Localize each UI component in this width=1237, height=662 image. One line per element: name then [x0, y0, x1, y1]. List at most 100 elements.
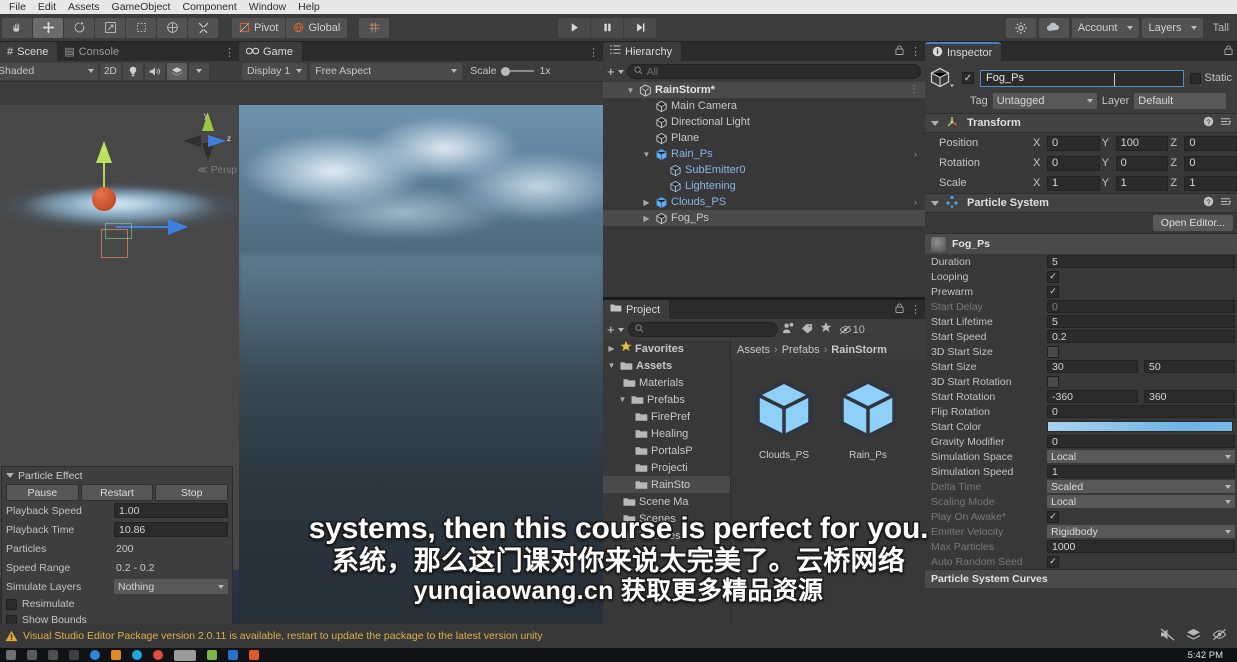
scale-handle-icon[interactable]: [501, 66, 535, 76]
start-lifetime-input[interactable]: 5: [1047, 315, 1235, 328]
hierarchy-row-directional-light[interactable]: Directional Light: [603, 114, 925, 130]
project-tree-textures[interactable]: Textures: [603, 527, 730, 544]
project-tree-fireprefab[interactable]: FirePref: [603, 408, 730, 425]
expand-triangle-icon[interactable]: ▼: [617, 395, 628, 404]
emitter-velocity-dropdown[interactable]: Rigidbody: [1047, 525, 1235, 538]
scene-fx-icon[interactable]: [166, 62, 187, 80]
gravity-modifier-input[interactable]: 0: [1047, 435, 1235, 448]
asset-item-rain-ps[interactable]: Rain_Ps: [829, 373, 907, 461]
collapse-triangle-icon[interactable]: [931, 120, 939, 126]
position-y-input[interactable]: 100: [1115, 135, 1169, 151]
taskbar-icon-4[interactable]: [69, 650, 79, 660]
static-toggle[interactable]: Static: [1190, 72, 1232, 84]
particle-module-header[interactable]: Fog_Ps: [925, 233, 1237, 254]
hidden-count-icon[interactable]: 10: [839, 324, 865, 336]
max-particles-input[interactable]: 1000: [1047, 540, 1235, 553]
pivot-toggle[interactable]: Pivot: [232, 17, 286, 38]
tab-game[interactable]: Game: [239, 42, 302, 61]
move-gizmo-z-arrow[interactable]: [168, 219, 188, 235]
taskbar-icon-10[interactable]: [207, 650, 217, 660]
project-tree-favorites[interactable]: ▶ Favorites: [603, 340, 730, 357]
aspect-dropdown[interactable]: Free Aspect: [310, 62, 463, 80]
expand-triangle-icon[interactable]: ▼: [641, 150, 652, 159]
project-tree-materials[interactable]: Materials: [603, 374, 730, 391]
layers-dropdown[interactable]: Layers: [1142, 17, 1204, 38]
menu-item-file[interactable]: File: [3, 0, 32, 14]
hierarchy-row-rainstorm[interactable]: ▼ RainStorm* ⋮: [603, 82, 925, 98]
move-gizmo-center[interactable]: [92, 187, 116, 211]
hierarchy-row-plane[interactable]: Plane: [603, 130, 925, 146]
open-editor-button[interactable]: Open Editor...: [1152, 215, 1233, 231]
3d-start-size-checkbox[interactable]: [1047, 345, 1059, 358]
step-button[interactable]: [624, 17, 656, 38]
resimulate-checkbox[interactable]: [6, 598, 17, 610]
position-x-input[interactable]: 0: [1047, 135, 1100, 151]
visibility-icon[interactable]: [1212, 628, 1227, 644]
looping-checkbox[interactable]: ✓: [1047, 270, 1059, 283]
rotation-x-input[interactable]: 0: [1047, 155, 1100, 171]
tab-hierarchy[interactable]: Hierarchy: [603, 42, 682, 61]
breadcrumb-prefabs[interactable]: Prefabs: [782, 344, 820, 356]
hierarchy-row-fog-ps[interactable]: ▶ Fog_Ps: [603, 210, 925, 226]
scene-fx-dropdown[interactable]: [188, 62, 209, 80]
lock-icon[interactable]: [895, 45, 904, 58]
taskbar-icon-6[interactable]: [111, 650, 121, 660]
collapse-triangle-icon[interactable]: ▶: [606, 344, 617, 353]
taskbar-icon-11[interactable]: [228, 650, 238, 660]
3d-start-rotation-checkbox[interactable]: [1047, 375, 1059, 388]
project-menu-icon[interactable]: ⋮: [910, 304, 921, 315]
global-toggle[interactable]: Global: [286, 17, 348, 38]
move-tool-icon[interactable]: [33, 17, 63, 38]
hierarchy-search-input[interactable]: All: [626, 64, 921, 79]
taskbar-icon-7[interactable]: [132, 650, 142, 660]
expand-triangle-icon[interactable]: ▼: [606, 361, 617, 370]
help-icon[interactable]: ?: [1203, 196, 1214, 210]
project-search-input[interactable]: [627, 322, 778, 337]
cloud-icon[interactable]: [1038, 17, 1069, 38]
hierarchy-row-main-camera[interactable]: Main Camera: [603, 98, 925, 114]
preset-icon[interactable]: [1220, 196, 1231, 210]
custom-tool-icon[interactable]: [188, 17, 218, 38]
project-tree-healing[interactable]: Healing: [603, 425, 730, 442]
stop-button[interactable]: Stop: [155, 484, 229, 501]
scene-menu-icon[interactable]: ⋮: [224, 48, 235, 59]
grid-snap-icon[interactable]: [359, 17, 390, 38]
rotation-y-input[interactable]: 0: [1115, 155, 1169, 171]
playback-speed-input[interactable]: 1.00: [114, 503, 228, 518]
scale-slider[interactable]: Scale 1x: [465, 63, 555, 80]
hierarchy-row-subemitter0[interactable]: SubEmitter0: [603, 162, 925, 178]
game-viewport[interactable]: [239, 105, 603, 662]
project-tree-portals[interactable]: PortalsP: [603, 442, 730, 459]
hand-tool-icon[interactable]: [2, 17, 32, 38]
simulation-speed-input[interactable]: 1: [1047, 465, 1235, 478]
resimulate-row[interactable]: Resimulate: [2, 596, 232, 612]
scale-tool-icon[interactable]: [95, 17, 125, 38]
display-dropdown[interactable]: Display 1: [242, 62, 308, 80]
project-tree-scene-manager[interactable]: Scene Ma: [603, 493, 730, 510]
start-color-swatch[interactable]: [1047, 421, 1233, 432]
add-gameobject-button[interactable]: +: [607, 64, 624, 80]
play-button[interactable]: [558, 17, 590, 38]
delta-time-dropdown[interactable]: Scaled: [1047, 480, 1235, 493]
scaling-mode-dropdown[interactable]: Local: [1047, 495, 1235, 508]
transform-tool-icon[interactable]: [157, 17, 187, 38]
draw-mode-dropdown[interactable]: Shaded: [0, 62, 98, 80]
pause-button[interactable]: Pause: [6, 484, 79, 501]
hierarchy-row-lightening[interactable]: Lightening: [603, 178, 925, 194]
particle-system-component-header[interactable]: Particle System ?: [925, 193, 1237, 213]
scene-audio-icon[interactable]: [144, 62, 165, 80]
lock-icon[interactable]: [1224, 45, 1233, 58]
asset-item-clouds-ps[interactable]: Clouds_PS: [745, 373, 823, 461]
flip-rotation-input[interactable]: 0: [1047, 405, 1235, 418]
start-size-max-input[interactable]: 50: [1144, 360, 1235, 373]
menu-item-gameobject[interactable]: GameObject: [106, 0, 177, 14]
collapse-triangle-icon[interactable]: [931, 200, 939, 206]
scale-z-input[interactable]: 1: [1184, 175, 1237, 191]
collapse-triangle-icon[interactable]: ▶: [641, 198, 652, 207]
layer-dropdown[interactable]: Default: [1134, 92, 1227, 109]
hierarchy-menu-icon[interactable]: ⋮: [910, 46, 921, 57]
expand-triangle-icon[interactable]: ▼: [625, 86, 636, 95]
menu-item-window[interactable]: Window: [243, 0, 292, 14]
start-speed-input[interactable]: 0.2: [1047, 330, 1235, 343]
particle-system-curves-header[interactable]: Particle System Curves: [925, 569, 1237, 588]
